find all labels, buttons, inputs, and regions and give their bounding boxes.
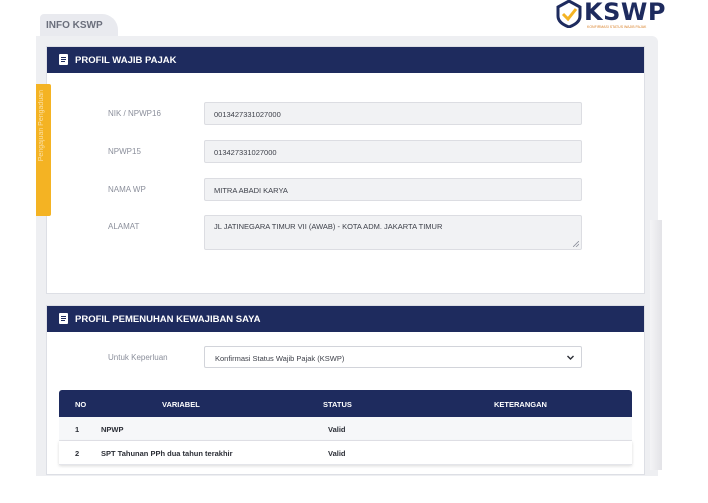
resize-handle-icon[interactable]: [573, 241, 579, 247]
logo-subtext: KONFIRMASI STATUS WAJIB PAJAK: [587, 25, 647, 29]
field-label-nama-wp: NAMA WP: [108, 185, 146, 194]
compliance-table: NO VARIABEL STATUS KETERANGAN 1 NPWP Val…: [59, 390, 632, 465]
document-icon: [59, 54, 68, 65]
row-no: 1: [75, 425, 80, 434]
nik-field[interactable]: 0013427331027000: [204, 102, 582, 125]
shield-check-icon: [556, 0, 582, 28]
compliance-card-title: PROFIL PEMENUHAN KEWAJIBAN SAYA: [75, 314, 261, 325]
purpose-label: Untuk Keperluan: [108, 353, 168, 362]
compliance-card: PROFIL PEMENUHAN KEWAJIBAN SAYA Untuk Ke…: [46, 305, 645, 475]
alamat-value: JL JATINEGARA TIMUR VII (AWAB) - KOTA AD…: [214, 222, 443, 231]
row-no: 2: [75, 449, 80, 458]
npwp15-field[interactable]: 013427331027000: [204, 140, 582, 163]
header-variabel: VARIABEL: [162, 400, 200, 409]
side-tab-label: Pengajuan Pengaduan: [38, 90, 45, 162]
field-label-nik: NIK / NPWP16: [108, 109, 161, 118]
row-status: Valid: [328, 425, 346, 434]
logo-text: KSWP: [584, 0, 666, 26]
header-keterangan: KETERANGAN: [494, 400, 547, 409]
table-row: 2 SPT Tahunan PPh dua tahun terakhir Val…: [59, 441, 632, 465]
field-label-alamat: ALAMAT: [108, 222, 140, 231]
profile-card-header: PROFIL WAJIB PAJAK: [47, 47, 644, 73]
document-icon: [59, 313, 68, 324]
table-header: NO VARIABEL STATUS KETERANGAN: [59, 390, 632, 417]
chevron-down-icon: [567, 355, 574, 360]
row-variabel: NPWP: [101, 425, 124, 434]
alamat-textarea[interactable]: JL JATINEGARA TIMUR VII (AWAB) - KOTA AD…: [204, 215, 582, 250]
profile-card: PROFIL WAJIB PAJAK NIK / NPWP16 00134273…: [46, 46, 645, 294]
right-edge-shade: [650, 220, 662, 470]
kswp-page: INFO KSWP KSWP KONFIRMASI STATUS WAJIB P…: [0, 0, 708, 503]
compliance-card-header: PROFIL PEMENUHAN KEWAJIBAN SAYA: [47, 306, 644, 332]
header-no: NO: [75, 400, 87, 409]
row-variabel: SPT Tahunan PPh dua tahun terakhir: [101, 449, 233, 458]
purpose-select[interactable]: Konfirmasi Status Wajib Pajak (KSWP): [204, 346, 582, 368]
table-row: 1 NPWP Valid: [59, 417, 632, 441]
profile-card-title: PROFIL WAJIB PAJAK: [75, 55, 177, 66]
purpose-value: Konfirmasi Status Wajib Pajak (KSWP): [215, 354, 345, 363]
nama-wp-field[interactable]: MITRA ABADI KARYA: [204, 178, 582, 201]
tab-info-kswp[interactable]: INFO KSWP: [40, 14, 118, 38]
header-status: STATUS: [323, 400, 352, 409]
side-feedback-tab[interactable]: Pengajuan Pengaduan: [36, 84, 51, 216]
kswp-logo: KSWP KONFIRMASI STATUS WAJIB PAJAK: [556, 0, 665, 32]
field-label-npwp15: NPWP15: [108, 147, 141, 156]
row-status: Valid: [328, 449, 346, 458]
